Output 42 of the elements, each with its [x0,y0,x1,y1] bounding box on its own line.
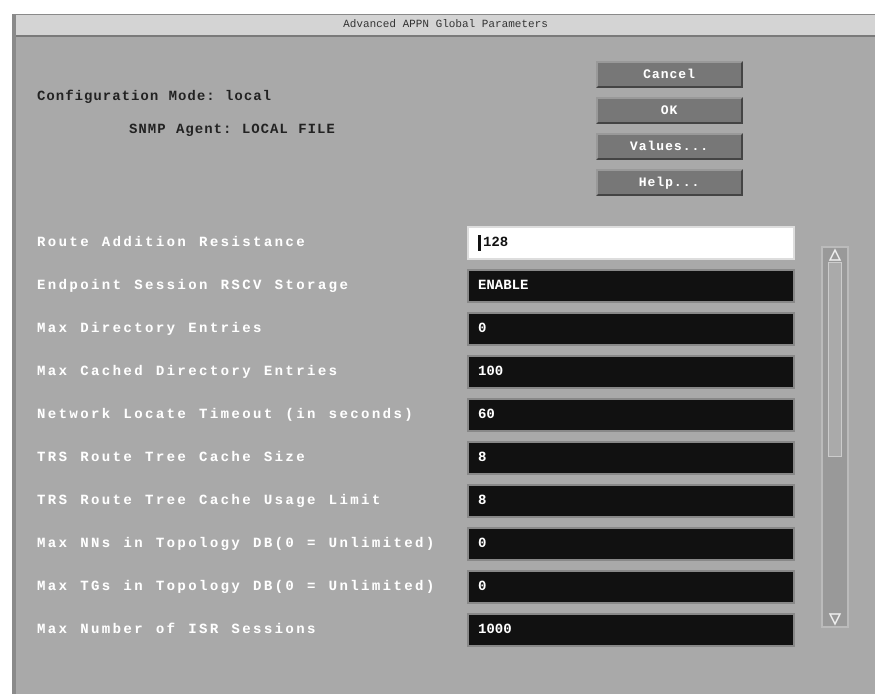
snmp-agent-label: SNMP Agent: LOCAL FILE [129,121,336,140]
field-value: 8 [478,448,486,468]
value-field[interactable]: 0 [467,570,795,604]
parameter-label: Max NNs in Topology DB(0 = Unlimited) [37,534,438,554]
value-field[interactable]: 8 [467,484,795,518]
dialog-button[interactable]: Values... [596,133,743,160]
scroll-up-icon[interactable] [828,248,842,262]
dialog-button[interactable]: Help... [596,169,743,196]
field-value: 1000 [478,620,512,640]
field-value: ENABLE [478,276,528,296]
parameter-label: Max Directory Entries [37,320,265,338]
parameter-label: TRS Route Tree Cache Size [37,448,308,468]
parameter-label: Max Cached Directory Entries [37,362,340,382]
text-cursor-icon [478,235,481,251]
parameter-label: Route Addition Resistance [37,234,308,252]
scroll-down-icon[interactable] [828,612,842,626]
value-field[interactable]: 0 [467,312,795,346]
parameter-label: Max TGs in Topology DB(0 = Unlimited) [37,578,438,596]
dialog-button[interactable]: Cancel [596,61,743,88]
scrollbar[interactable] [821,246,849,628]
field-value: 100 [478,362,504,382]
field-value: 0 [478,578,486,596]
value-field[interactable]: 1000 [467,613,795,647]
parameter-label: TRS Route Tree Cache Usage Limit [37,492,384,510]
value-field[interactable]: 60 [467,398,795,432]
dialog-button[interactable]: OK [596,97,743,124]
field-value: 8 [478,492,486,510]
field-value: 60 [478,406,495,424]
value-field[interactable]: 8 [467,441,795,475]
configuration-mode-label: Configuration Mode: local [37,88,272,107]
field-value: 128 [483,234,508,252]
parameter-label: Endpoint Session RSCV Storage [37,276,352,296]
value-field[interactable]: 100 [467,355,795,389]
field-value: 0 [478,534,486,554]
value-field[interactable]: 128 [467,226,795,260]
field-value: 0 [478,320,486,338]
parameter-label: Max Number of ISR Sessions [37,620,319,640]
window-title: Advanced APPN Global Parameters [16,15,875,37]
value-field[interactable]: 0 [467,527,795,561]
scroll-thumb[interactable] [828,262,842,457]
value-field[interactable]: ENABLE [467,269,795,303]
parameter-label: Network Locate Timeout (in seconds) [37,406,416,424]
